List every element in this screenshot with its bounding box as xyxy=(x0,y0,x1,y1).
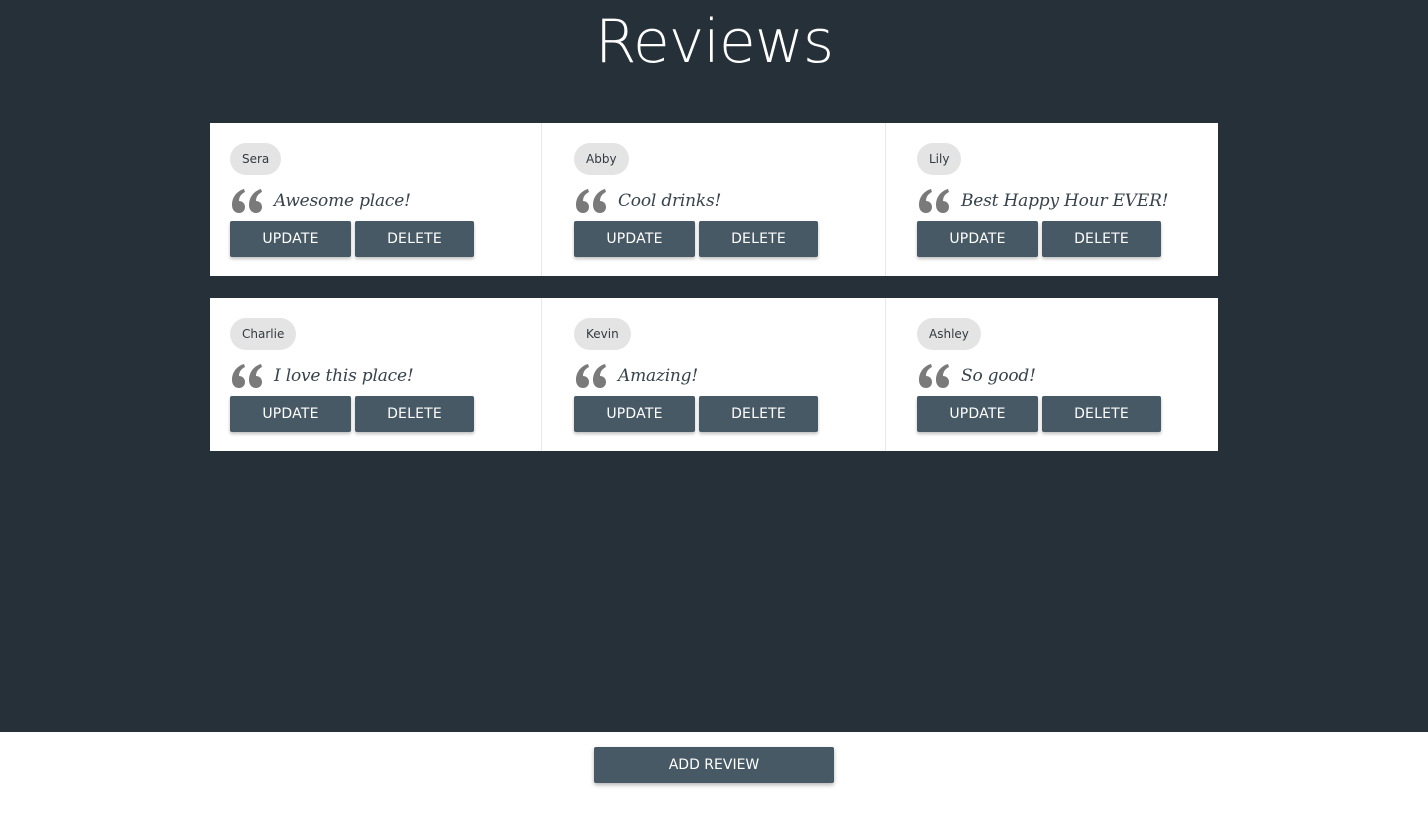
review-quote: Amazing! xyxy=(574,359,865,393)
delete-button[interactable]: DELETE xyxy=(699,221,818,257)
delete-button[interactable]: DELETE xyxy=(355,221,474,257)
quote-icon xyxy=(576,364,606,388)
delete-button[interactable]: DELETE xyxy=(1042,221,1161,257)
review-text: So good! xyxy=(961,366,1036,386)
reviews-section: Reviews Sera Awesome place! UPDATE DELET… xyxy=(0,0,1428,732)
update-button[interactable]: UPDATE xyxy=(230,396,351,432)
page-title: Reviews xyxy=(594,7,834,77)
review-card: Abby Cool drinks! UPDATE DELETE xyxy=(541,123,885,276)
review-card: Sera Awesome place! UPDATE DELETE xyxy=(210,123,541,276)
review-quote: Cool drinks! xyxy=(574,184,865,218)
reviews-grid: Sera Awesome place! UPDATE DELETE Abby C… xyxy=(210,123,1218,473)
review-quote: Best Happy Hour EVER! xyxy=(917,184,1198,218)
update-button[interactable]: UPDATE xyxy=(917,396,1038,432)
review-actions: UPDATE DELETE xyxy=(230,396,521,432)
delete-button[interactable]: DELETE xyxy=(1042,396,1161,432)
update-button[interactable]: UPDATE xyxy=(230,221,351,257)
review-actions: UPDATE DELETE xyxy=(574,396,865,432)
quote-icon xyxy=(919,364,949,388)
update-button[interactable]: UPDATE xyxy=(574,396,695,432)
review-actions: UPDATE DELETE xyxy=(230,221,521,257)
footer: ADD REVIEW xyxy=(0,732,1428,814)
reviews-row: Sera Awesome place! UPDATE DELETE Abby C… xyxy=(210,123,1218,276)
review-card: Kevin Amazing! UPDATE DELETE xyxy=(541,298,885,451)
review-text: Amazing! xyxy=(618,366,698,386)
quote-icon xyxy=(232,364,262,388)
review-text: I love this place! xyxy=(274,366,414,386)
review-text: Awesome place! xyxy=(274,191,411,211)
reviews-row: Charlie I love this place! UPDATE DELETE… xyxy=(210,298,1218,451)
review-text: Best Happy Hour EVER! xyxy=(961,191,1169,211)
author-chip: Abby xyxy=(574,143,629,175)
quote-icon xyxy=(232,189,262,213)
review-quote: I love this place! xyxy=(230,359,521,393)
author-chip: Ashley xyxy=(917,318,981,350)
quote-icon xyxy=(576,189,606,213)
review-actions: UPDATE DELETE xyxy=(574,221,865,257)
update-button[interactable]: UPDATE xyxy=(917,221,1038,257)
author-chip: Charlie xyxy=(230,318,297,350)
review-card: Charlie I love this place! UPDATE DELETE xyxy=(210,298,541,451)
review-card: Lily Best Happy Hour EVER! UPDATE DELETE xyxy=(885,123,1218,276)
review-text: Cool drinks! xyxy=(618,191,722,211)
update-button[interactable]: UPDATE xyxy=(574,221,695,257)
add-review-button[interactable]: ADD REVIEW xyxy=(594,747,834,783)
review-actions: UPDATE DELETE xyxy=(917,221,1198,257)
review-quote: So good! xyxy=(917,359,1198,393)
review-actions: UPDATE DELETE xyxy=(917,396,1198,432)
delete-button[interactable]: DELETE xyxy=(355,396,474,432)
delete-button[interactable]: DELETE xyxy=(699,396,818,432)
review-quote: Awesome place! xyxy=(230,184,521,218)
author-chip: Sera xyxy=(230,143,282,175)
author-chip: Lily xyxy=(917,143,962,175)
quote-icon xyxy=(919,189,949,213)
author-chip: Kevin xyxy=(574,318,631,350)
review-card: Ashley So good! UPDATE DELETE xyxy=(885,298,1218,451)
